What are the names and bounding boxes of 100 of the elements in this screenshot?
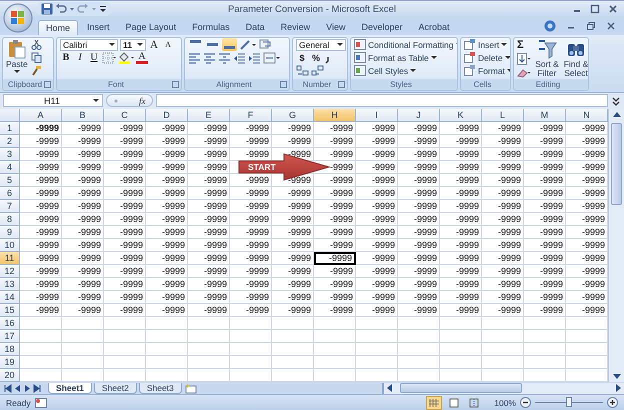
sheet-tab[interactable]: Sheet2 <box>94 382 137 394</box>
zoom-out-icon[interactable] <box>520 397 531 408</box>
align-bottom-icon[interactable] <box>222 38 237 52</box>
increase-indent-icon[interactable] <box>248 52 261 64</box>
clipboard-icon[interactable] <box>6 38 27 59</box>
decrease-decimal-icon[interactable] <box>311 65 324 76</box>
next-sheet-icon[interactable] <box>23 384 32 393</box>
borders-icon[interactable] <box>102 52 116 64</box>
cells-menu-button[interactable]: Delete <box>464 52 510 64</box>
styles-menu-button[interactable]: Format as Table <box>354 52 437 64</box>
sheet-tab[interactable]: Sheet3 <box>138 382 182 394</box>
number-format-field[interactable]: General <box>296 38 346 51</box>
wrap-text-icon[interactable] <box>259 38 272 52</box>
previous-sheet-icon[interactable] <box>13 384 22 393</box>
caret-icon[interactable] <box>137 42 143 47</box>
undo-icon[interactable] <box>55 3 67 16</box>
italic-button[interactable]: I <box>74 52 86 64</box>
ribbon-tab[interactable]: Formulas <box>185 20 237 35</box>
row-header[interactable]: 18 <box>0 343 20 356</box>
underline-button[interactable]: U <box>88 52 100 64</box>
column-header[interactable]: A <box>20 109 62 122</box>
table-style-icon[interactable] <box>354 39 366 50</box>
sort-filter-icon[interactable] <box>537 38 557 59</box>
close-icon[interactable] <box>606 21 616 32</box>
column-header[interactable]: D <box>146 109 188 122</box>
cell-grid-icon[interactable] <box>464 52 476 64</box>
close-icon[interactable] <box>608 4 618 14</box>
align-center-icon[interactable] <box>203 52 216 64</box>
increase-decimal-icon[interactable] <box>296 65 309 76</box>
zoom-slider-thumb[interactable] <box>566 397 572 408</box>
bold-button[interactable]: B <box>60 52 72 64</box>
caret-icon[interactable] <box>14 70 20 74</box>
row-header[interactable]: 13 <box>0 278 20 292</box>
scroll-right-icon[interactable] <box>614 384 622 392</box>
row-header[interactable]: 15 <box>0 304 20 318</box>
autosum-button[interactable]: Σ <box>517 38 531 51</box>
row-header[interactable]: 5 <box>0 174 20 188</box>
cell-grid-icon[interactable] <box>464 39 476 50</box>
column-header[interactable]: K <box>440 109 482 122</box>
align-left-icon[interactable] <box>188 52 201 64</box>
column-header[interactable]: L <box>482 109 524 122</box>
styles-menu-button[interactable]: Cell Styles <box>354 64 416 77</box>
caret-icon[interactable] <box>93 98 99 103</box>
cells-menu-button[interactable]: Insert <box>464 38 508 51</box>
column-header[interactable]: J <box>398 109 440 122</box>
table-style-icon[interactable] <box>354 52 366 64</box>
ribbon-tab[interactable]: Page Layout <box>118 20 184 35</box>
paste-button[interactable]: Paste <box>6 38 28 74</box>
ribbon-tab[interactable]: Data <box>238 20 272 35</box>
normal-view-icon[interactable] <box>426 396 442 410</box>
scroll-thumb[interactable] <box>611 123 622 206</box>
text-orientation-icon[interactable] <box>239 38 257 52</box>
formula-input-field[interactable] <box>156 94 608 108</box>
caret-icon[interactable] <box>501 42 508 47</box>
caret-icon[interactable] <box>410 68 416 73</box>
row-header[interactable]: 7 <box>0 200 20 214</box>
caret-icon[interactable] <box>109 42 115 47</box>
merge-center-icon[interactable] <box>263 52 281 64</box>
column-header[interactable]: C <box>104 109 146 122</box>
table-style-icon[interactable] <box>354 65 366 76</box>
eraser-icon[interactable] <box>517 66 531 79</box>
column-header[interactable]: I <box>356 109 398 122</box>
macro-record-icon[interactable] <box>34 398 47 408</box>
row-header[interactable]: 2 <box>0 135 20 148</box>
insert-function-button[interactable]: fx <box>139 96 146 106</box>
zoom-in-icon[interactable] <box>607 397 618 408</box>
row-header[interactable]: 17 <box>0 330 20 344</box>
row-header[interactable]: 11 <box>0 252 20 266</box>
vertical-scrollbar[interactable] <box>608 109 624 382</box>
ribbon-tab[interactable]: Home <box>38 20 78 35</box>
row-header[interactable]: 20 <box>0 369 20 382</box>
grow-font-button[interactable]: A <box>148 38 160 51</box>
cells-menu-button[interactable]: Format <box>464 64 510 77</box>
column-header[interactable]: F <box>230 109 272 122</box>
first-sheet-icon[interactable] <box>3 384 12 393</box>
dialog-launcher-icon[interactable] <box>44 80 51 88</box>
format-painter-icon[interactable] <box>30 64 42 76</box>
sort-filter-button[interactable]: Sort & Filter <box>534 38 560 78</box>
font-color-button[interactable]: A <box>136 51 148 64</box>
percent-button[interactable]: % <box>310 52 322 64</box>
ribbon-tab[interactable]: Acrobat <box>412 20 457 35</box>
insert-sheet-icon[interactable] <box>184 382 198 394</box>
scroll-down-icon[interactable] <box>612 372 620 380</box>
row-header[interactable]: 12 <box>0 265 20 278</box>
row-header[interactable]: 16 <box>0 317 20 330</box>
align-right-icon[interactable] <box>218 52 231 64</box>
column-header[interactable]: G <box>272 109 314 122</box>
column-header[interactable]: E <box>188 109 230 122</box>
row-header[interactable]: 19 <box>0 356 20 370</box>
caret-icon[interactable] <box>430 56 437 60</box>
currency-button[interactable]: $ <box>296 52 308 64</box>
save-icon[interactable] <box>41 3 53 16</box>
scroll-left-icon[interactable] <box>386 384 394 392</box>
last-sheet-icon[interactable] <box>33 384 42 393</box>
caret-icon[interactable] <box>337 42 343 47</box>
caret-icon[interactable] <box>504 56 510 60</box>
maximize-icon[interactable] <box>590 4 600 14</box>
expand-icon[interactable] <box>611 94 621 107</box>
scissors-icon[interactable] <box>30 38 42 50</box>
font-size-field[interactable]: 11 <box>120 38 146 51</box>
